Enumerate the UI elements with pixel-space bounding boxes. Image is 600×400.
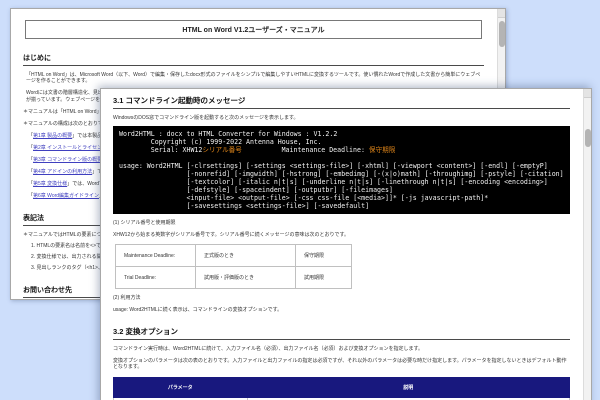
subheading-usage: (2) 利用方法 <box>113 295 570 302</box>
deadline-label-cell: Maintenance Deadline: <box>116 245 196 267</box>
usage-description: usage: Word2HTMLに続く表示は、コマンドラインの変換オプションです… <box>113 307 570 314</box>
deadline-condition-cell: 試用版・評価版のとき <box>196 267 296 289</box>
heading-3-1: 3.1 コマンドライン起動時のメッセージ <box>113 95 570 109</box>
deadline-table: Maintenance Deadline: 正式版のとき 保守期限 Trial … <box>115 244 352 289</box>
parameter-table-head: パラメータ説明 <box>114 377 570 397</box>
parameter-header-cell: パラメータ <box>114 377 248 397</box>
subheading-serial: (1) シリアル番号と使用期限 <box>113 220 570 227</box>
paragraph-3-2a: コマンドライン実行時は、Word2HTMLに続けて、入力ファイル名（必須）、出力… <box>113 346 570 353</box>
terminal-output: Word2HTML : docx to HTML Converter for W… <box>113 126 570 214</box>
deadline-condition-cell: 正式版のとき <box>196 245 296 267</box>
deadline-label-cell: Trial Deadline: <box>116 267 196 289</box>
scroll-up-icon[interactable] <box>584 89 591 98</box>
back-scrollbar-thumb[interactable] <box>499 21 505 47</box>
intro-paragraph-1: 「HTML on Word」は、Microsoft Word（以下、Word）で… <box>26 72 484 85</box>
desktop-background: HTML on Word V1.2ユーザーズ・マニュアル はじめに 「HTML … <box>0 0 600 400</box>
chapter-link[interactable]: 第4章 アドインの利用方法 <box>33 169 92 175</box>
paragraph-3-1: WindowsのDOS窓でコマンドライン版を起動すると次のメッセージを表示します… <box>113 115 570 122</box>
deadline-table-row: Trial Deadline: 試用版・評価版のとき 試用期限 <box>116 267 352 289</box>
paragraph-3-2b: 変換オプションのパラメータは次の表のとおりです。入力ファイルと出力ファイルの指定… <box>113 358 570 371</box>
heading-3-2: 3.2 変換オプション <box>113 326 570 340</box>
chapter-link[interactable]: 第1章 製品の概要 <box>33 133 72 139</box>
deadline-table-body: Maintenance Deadline: 正式版のとき 保守期限 Trial … <box>116 245 352 289</box>
chapter-link[interactable]: 第5章 変換仕様 <box>33 181 67 187</box>
scroll-up-icon[interactable] <box>498 9 505 18</box>
deadline-meaning-cell: 保守期限 <box>296 245 352 267</box>
parameter-header-cell: 説明 <box>247 377 570 397</box>
deadline-table-row: Maintenance Deadline: 正式版のとき 保守期限 <box>116 245 352 267</box>
manual-title: HTML on Word V1.2ユーザーズ・マニュアル <box>25 20 482 39</box>
heading-introduction: はじめに <box>23 53 484 66</box>
chapter-link[interactable]: 第6章 Word編集ガイドライン <box>33 193 99 199</box>
front-page-content: 3.1 コマンドライン起動時のメッセージ WindowsのDOS窓でコマンドライ… <box>101 89 582 400</box>
parameter-table: パラメータ説明 <input-file> （必須）入力ファイル名を指定します。 <box>113 377 570 400</box>
front-page-scrollbar[interactable] <box>583 89 591 400</box>
front-scrollbar-thumb[interactable] <box>585 129 591 147</box>
serial-description: XHW12から始まる英数字がシリアル番号です。シリアル番号に続くメッセージの意味… <box>113 232 570 239</box>
deadline-meaning-cell: 試用期限 <box>296 267 352 289</box>
manual-section-page: 3.1 コマンドライン起動時のメッセージ WindowsのDOS窓でコマンドライ… <box>100 88 592 400</box>
parameter-header-row: パラメータ説明 <box>114 377 570 397</box>
